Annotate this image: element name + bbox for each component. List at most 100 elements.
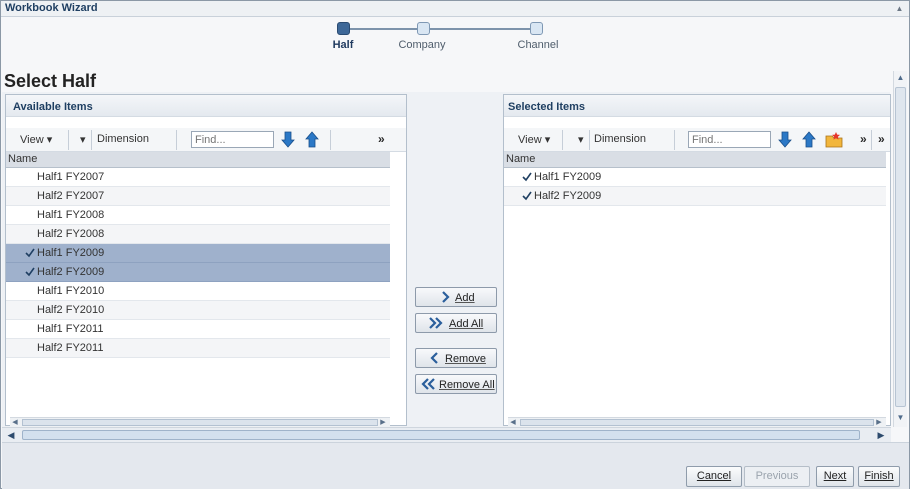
train-label-channel[interactable]: Channel	[498, 39, 578, 51]
move-down-icon[interactable]	[281, 131, 295, 148]
view-menu[interactable]: View ▾	[20, 133, 52, 146]
next-button[interactable]: Next	[816, 466, 854, 487]
chevron-left-icon	[430, 352, 438, 364]
list-item-label: Half1 FY2007	[37, 171, 105, 183]
cancel-button[interactable]: Cancel	[686, 466, 742, 487]
list-item-label: Half2 FY2007	[37, 190, 105, 202]
selected-hscrollbar[interactable]: ◀ ▶	[508, 417, 886, 427]
scroll-right-arrow-icon[interactable]: ▶	[874, 418, 884, 427]
train-connector	[429, 28, 535, 30]
name-column-header[interactable]: Name	[504, 152, 886, 168]
list-item[interactable]: Half1 FY2011	[6, 320, 390, 339]
scroll-left-arrow-icon[interactable]: ◀	[508, 418, 518, 427]
list-item[interactable]: Half1 FY2008	[6, 206, 390, 225]
checkmark-icon	[25, 248, 35, 258]
scroll-up-arrow-icon[interactable]: ▲	[894, 71, 907, 85]
list-item[interactable]: Half1 FY2009	[6, 244, 390, 263]
selected-hscroll-thumb[interactable]	[520, 419, 874, 426]
list-item[interactable]: Half1 FY2010	[6, 282, 390, 301]
find-input[interactable]	[688, 131, 771, 148]
wizard-train: Half Company Channel	[1, 18, 909, 58]
find-input[interactable]	[191, 131, 274, 148]
toolbar-separator	[176, 130, 177, 150]
list-item-label: Half1 FY2011	[37, 323, 104, 335]
train-stop-company[interactable]	[417, 22, 430, 35]
cancel-button-label: Cancel	[696, 470, 732, 482]
train-label-half[interactable]: Half	[303, 39, 383, 51]
name-column-header[interactable]: Name	[6, 152, 390, 168]
dimension-dropdown-icon[interactable]: ▾	[578, 133, 584, 146]
train-stop-half[interactable]	[337, 22, 350, 35]
selected-items-panel: Selected Items View ▾ ▾ Dimension » » Na…	[503, 94, 891, 427]
selected-toolbar: View ▾ ▾ Dimension » »	[504, 128, 890, 152]
available-items-grid: Name Half1 FY2007 Half2 FY2007 Half1 FY200…	[6, 152, 390, 358]
list-item[interactable]: Half2 FY2011	[6, 339, 390, 358]
horizontal-scrollbar[interactable]: ◀ ▶	[2, 427, 891, 442]
dimension-dropdown-icon[interactable]: ▾	[80, 133, 86, 146]
vertical-scroll-thumb[interactable]	[895, 87, 906, 407]
available-hscrollbar[interactable]: ◀ ▶	[10, 417, 390, 427]
checkmark-icon	[522, 191, 532, 201]
train-label-company[interactable]: Company	[382, 39, 462, 51]
horizontal-scroll-thumb[interactable]	[22, 430, 860, 440]
new-folder-icon[interactable]	[825, 131, 843, 148]
selected-rows: Half1 FY2009 Half2 FY2009	[504, 168, 886, 206]
double-chevron-left-icon	[421, 378, 435, 390]
overflow-chevron-icon[interactable]: »	[860, 132, 867, 146]
add-button-label: Add	[455, 292, 475, 304]
previous-button-label: Previous	[755, 470, 799, 482]
list-item-label: Half2 FY2010	[37, 304, 105, 316]
remove-button[interactable]: Remove	[415, 348, 497, 368]
train-stop-channel[interactable]	[530, 22, 543, 35]
list-item[interactable]: Half2 FY2008	[6, 225, 390, 244]
move-up-icon[interactable]	[802, 131, 816, 148]
available-items-header: Available Items	[6, 95, 406, 117]
scroll-right-arrow-icon[interactable]: ▶	[874, 429, 888, 441]
available-hscroll-thumb[interactable]	[22, 419, 378, 426]
checkmark-icon	[25, 267, 35, 277]
scroll-left-arrow-icon[interactable]: ◀	[10, 418, 20, 427]
remove-all-button[interactable]: Remove All	[415, 374, 497, 394]
available-items-panel: Available Items View ▾ ▾ Dimension » Nam…	[5, 94, 407, 427]
chevron-down-icon: ▾	[46, 134, 53, 146]
list-item[interactable]: Half2 FY2009	[6, 263, 390, 282]
next-button-label: Next	[823, 470, 847, 482]
list-item[interactable]: Half2 FY2009	[504, 187, 886, 206]
list-item-label: Half2 FY2009	[37, 266, 105, 278]
previous-button[interactable]: Previous	[744, 466, 810, 487]
view-menu[interactable]: View ▾	[518, 133, 550, 146]
selected-items-grid: Name Half1 FY2009 Half2 FY2009	[504, 152, 886, 206]
scroll-up-icon[interactable]: ▲	[894, 3, 905, 14]
move-up-icon[interactable]	[305, 131, 319, 148]
vertical-scrollbar[interactable]: ▲ ▼	[893, 71, 907, 427]
move-down-icon[interactable]	[778, 131, 792, 148]
available-items-title: Available Items	[13, 101, 93, 113]
window-title: Workbook Wizard	[5, 2, 98, 14]
finish-button[interactable]: Finish	[858, 466, 900, 487]
scroll-left-arrow-icon[interactable]: ◀	[4, 429, 18, 441]
view-menu-label: View	[20, 134, 44, 146]
list-item[interactable]: Half2 FY2007	[6, 187, 390, 206]
remove-button-label: Remove	[445, 353, 486, 365]
toolbar-separator	[871, 130, 872, 150]
selected-items-header: Selected Items	[504, 95, 890, 117]
scroll-down-arrow-icon[interactable]: ▼	[894, 411, 907, 425]
list-item-label: Half1 FY2009	[534, 171, 602, 183]
add-all-button-label: Add All	[449, 318, 484, 330]
wizard-footer: Cancel Previous Next Finish	[2, 442, 909, 489]
toolbar-separator	[91, 130, 92, 150]
available-rows: Half1 FY2007 Half2 FY2007 Half1 FY2008 Half…	[6, 168, 390, 358]
scroll-right-arrow-icon[interactable]: ▶	[378, 418, 388, 427]
list-item[interactable]: Half1 FY2009	[504, 168, 886, 187]
selected-items-title: Selected Items	[508, 101, 586, 113]
add-button[interactable]: Add	[415, 287, 497, 307]
list-item[interactable]: Half2 FY2010	[6, 301, 390, 320]
dimension-label: Dimension	[97, 133, 149, 145]
chevron-right-icon	[442, 291, 450, 303]
overflow-chevron-icon[interactable]: »	[878, 132, 885, 146]
list-item[interactable]: Half1 FY2007	[6, 168, 390, 187]
checkmark-icon	[522, 172, 532, 182]
overflow-chevron-icon[interactable]: »	[378, 132, 385, 146]
double-chevron-right-icon	[429, 317, 443, 329]
add-all-button[interactable]: Add All	[415, 313, 497, 333]
